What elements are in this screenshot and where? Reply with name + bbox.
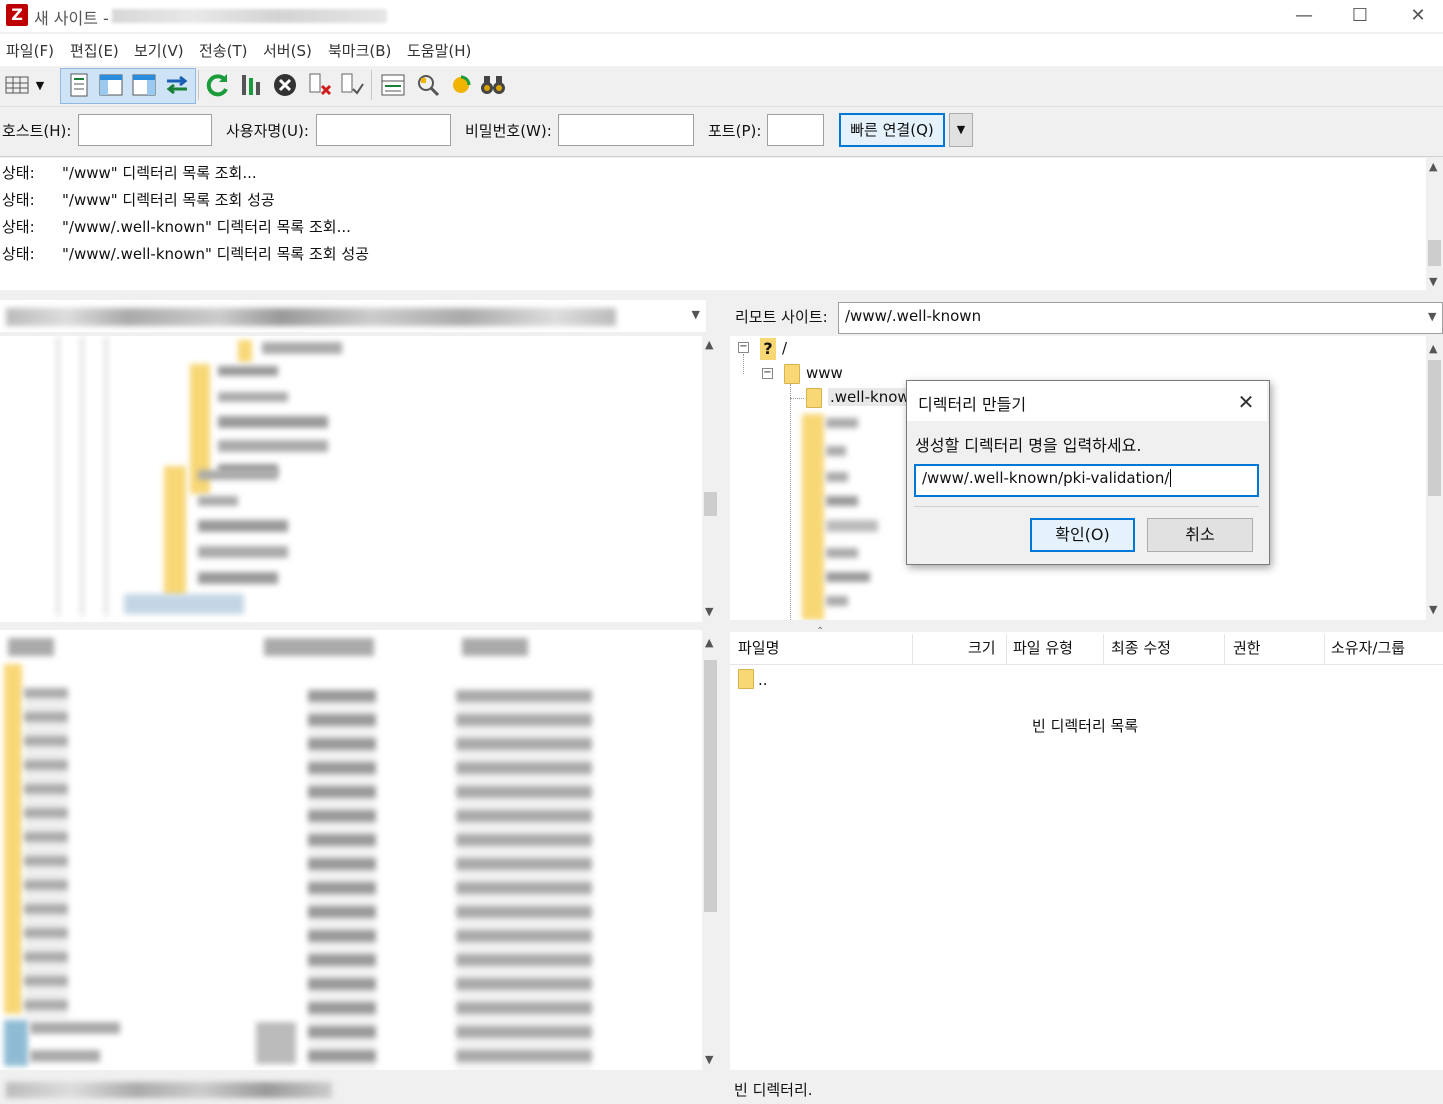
ok-button[interactable]: 확인(O) [1030, 518, 1135, 552]
host-input[interactable] [78, 114, 212, 146]
menu-edit[interactable]: 편집(E) [70, 40, 119, 61]
remote-site-label: 리모트 사이트: [735, 308, 828, 326]
cancel-button[interactable]: 취소 [1147, 518, 1253, 552]
log-status-label: 상태: [2, 245, 35, 263]
quick-connect-button[interactable]: 빠른 연결(Q) [839, 113, 945, 147]
log-line: 상태: "/www/.well-known" 디렉터리 목록 조회... [2, 216, 351, 237]
directory-name-input[interactable]: /www/.well-known/pki-validation/ [914, 464, 1259, 497]
remote-status-text: 빈 디렉터리. [734, 1081, 813, 1099]
host-label: 호스트(H): [2, 122, 72, 140]
log-message: "/www" 디렉터리 목록 조회 성공 [62, 191, 275, 209]
log-line: 상태: "/www" 디렉터리 목록 조회 성공 [2, 189, 275, 210]
column-filetype[interactable]: 파일 유형 [1013, 637, 1073, 658]
search-remote-files-icon[interactable] [478, 70, 508, 100]
window-title: 새 사이트 - [34, 9, 109, 28]
cancel-operation-icon[interactable] [270, 70, 300, 100]
local-tree-scrollbar[interactable]: ▲ ▼ [702, 336, 719, 622]
dialog-separator [914, 506, 1259, 507]
column-size[interactable]: 크기 [968, 637, 996, 658]
parent-directory-entry[interactable]: .. [758, 671, 768, 689]
disconnect-icon[interactable] [305, 70, 335, 100]
remote-site-path-input[interactable]: /www/.well-known [838, 302, 1443, 334]
menu-file[interactable]: 파일(F) [6, 40, 54, 61]
folder-icon [784, 364, 800, 384]
column-permissions[interactable]: 권한 [1233, 637, 1261, 658]
site-manager-icon[interactable] [2, 70, 32, 100]
toolbar-separator [198, 70, 199, 100]
toggle-local-tree-icon[interactable] [96, 70, 126, 100]
synchronized-browsing-icon[interactable] [446, 70, 476, 100]
column-last-modified[interactable]: 최종 수정 [1111, 637, 1171, 658]
username-input[interactable] [316, 114, 451, 146]
local-file-list[interactable] [0, 630, 706, 1070]
directory-name-value: /www/.well-known/pki-validation/ [922, 469, 1170, 487]
menu-view[interactable]: 보기(V) [134, 40, 184, 61]
remote-file-list[interactable]: .. 빈 디렉터리 목록 [730, 665, 1443, 1070]
collapse-www-icon[interactable]: − [762, 368, 773, 379]
local-site-bar[interactable]: ▼ [0, 300, 706, 332]
tree-www-label[interactable]: www [806, 364, 843, 382]
directory-comparison-icon[interactable] [413, 70, 443, 100]
minimize-button[interactable]: — [1276, 0, 1332, 32]
filezilla-app-icon: Z [6, 4, 28, 26]
port-input[interactable] [767, 114, 824, 146]
sort-ascending-icon: ⌃ [816, 626, 825, 637]
log-status-label: 상태: [2, 218, 35, 236]
tree-root-label[interactable]: / [782, 339, 787, 357]
menu-bookmarks[interactable]: 북마크(B) [328, 40, 391, 61]
site-manager-dropdown-icon[interactable]: ▼ [30, 70, 50, 100]
log-status-label: 상태: [2, 164, 35, 182]
username-label: 사용자명(U): [226, 122, 309, 140]
maximize-button[interactable]: ☐ [1332, 0, 1388, 32]
menu-help[interactable]: 도움말(H) [407, 40, 471, 61]
text-cursor [1170, 469, 1172, 487]
message-log: 상태: "/www" 디렉터리 목록 조회... 상태: "/www" 디렉터리 목… [0, 158, 1426, 290]
remote-site-dropdown-icon[interactable]: ▼ [1428, 310, 1436, 323]
folder-icon [738, 669, 754, 689]
toolbar-separator [371, 70, 372, 100]
log-message: "/www/.well-known" 디렉터리 목록 조회 성공 [62, 245, 369, 263]
remote-status-bar: 빈 디렉터리. [728, 1074, 1443, 1104]
dialog-prompt: 생성할 디렉터리 명을 입력하세요. [915, 436, 1142, 455]
log-message: "/www/.well-known" 디렉터리 목록 조회... [62, 218, 351, 236]
log-line: 상태: "/www" 디렉터리 목록 조회... [2, 162, 257, 183]
collapse-root-icon[interactable]: − [738, 342, 749, 353]
refresh-icon[interactable] [203, 70, 233, 100]
window-title-redacted [112, 9, 387, 23]
local-status-bar [0, 1074, 706, 1104]
toggle-transfer-queue-icon[interactable] [162, 70, 192, 100]
remote-tree-scrollbar[interactable]: ▲ ▼ [1426, 336, 1443, 620]
dialog-title: 디렉터리 만들기 [918, 395, 1027, 414]
column-filename[interactable]: 파일명 [738, 637, 779, 658]
toggle-log-icon[interactable] [64, 70, 94, 100]
local-directory-tree[interactable] [0, 336, 706, 622]
unknown-server-icon: ? [760, 338, 776, 360]
process-queue-icon[interactable] [237, 70, 267, 100]
password-label: 비밀번호(W): [465, 122, 552, 140]
empty-directory-message: 빈 디렉터리 목록 [1032, 717, 1139, 735]
local-list-scrollbar[interactable]: ▲ ▼ [702, 630, 719, 1070]
column-owner-group[interactable]: 소유자/그룹 [1331, 637, 1405, 658]
toggle-remote-tree-icon[interactable] [129, 70, 159, 100]
dialog-close-icon[interactable]: ✕ [1232, 388, 1260, 416]
port-label: 포트(P): [708, 122, 762, 140]
log-line: 상태: "/www/.well-known" 디렉터리 목록 조회 성공 [2, 243, 369, 264]
directory-listing-filters-icon[interactable] [378, 70, 408, 100]
close-window-button[interactable]: ✕ [1390, 0, 1443, 32]
quick-connect-dropdown-icon[interactable]: ▼ [949, 113, 973, 147]
log-message: "/www" 디렉터리 목록 조회... [62, 164, 257, 182]
menu-transfer[interactable]: 전송(T) [199, 40, 247, 61]
password-input[interactable] [558, 114, 694, 146]
folder-icon [806, 388, 822, 408]
log-status-label: 상태: [2, 191, 35, 209]
reconnect-icon[interactable] [337, 70, 367, 100]
log-scrollbar[interactable]: ▲ ▼ [1426, 158, 1443, 290]
menu-server[interactable]: 서버(S) [263, 40, 312, 61]
